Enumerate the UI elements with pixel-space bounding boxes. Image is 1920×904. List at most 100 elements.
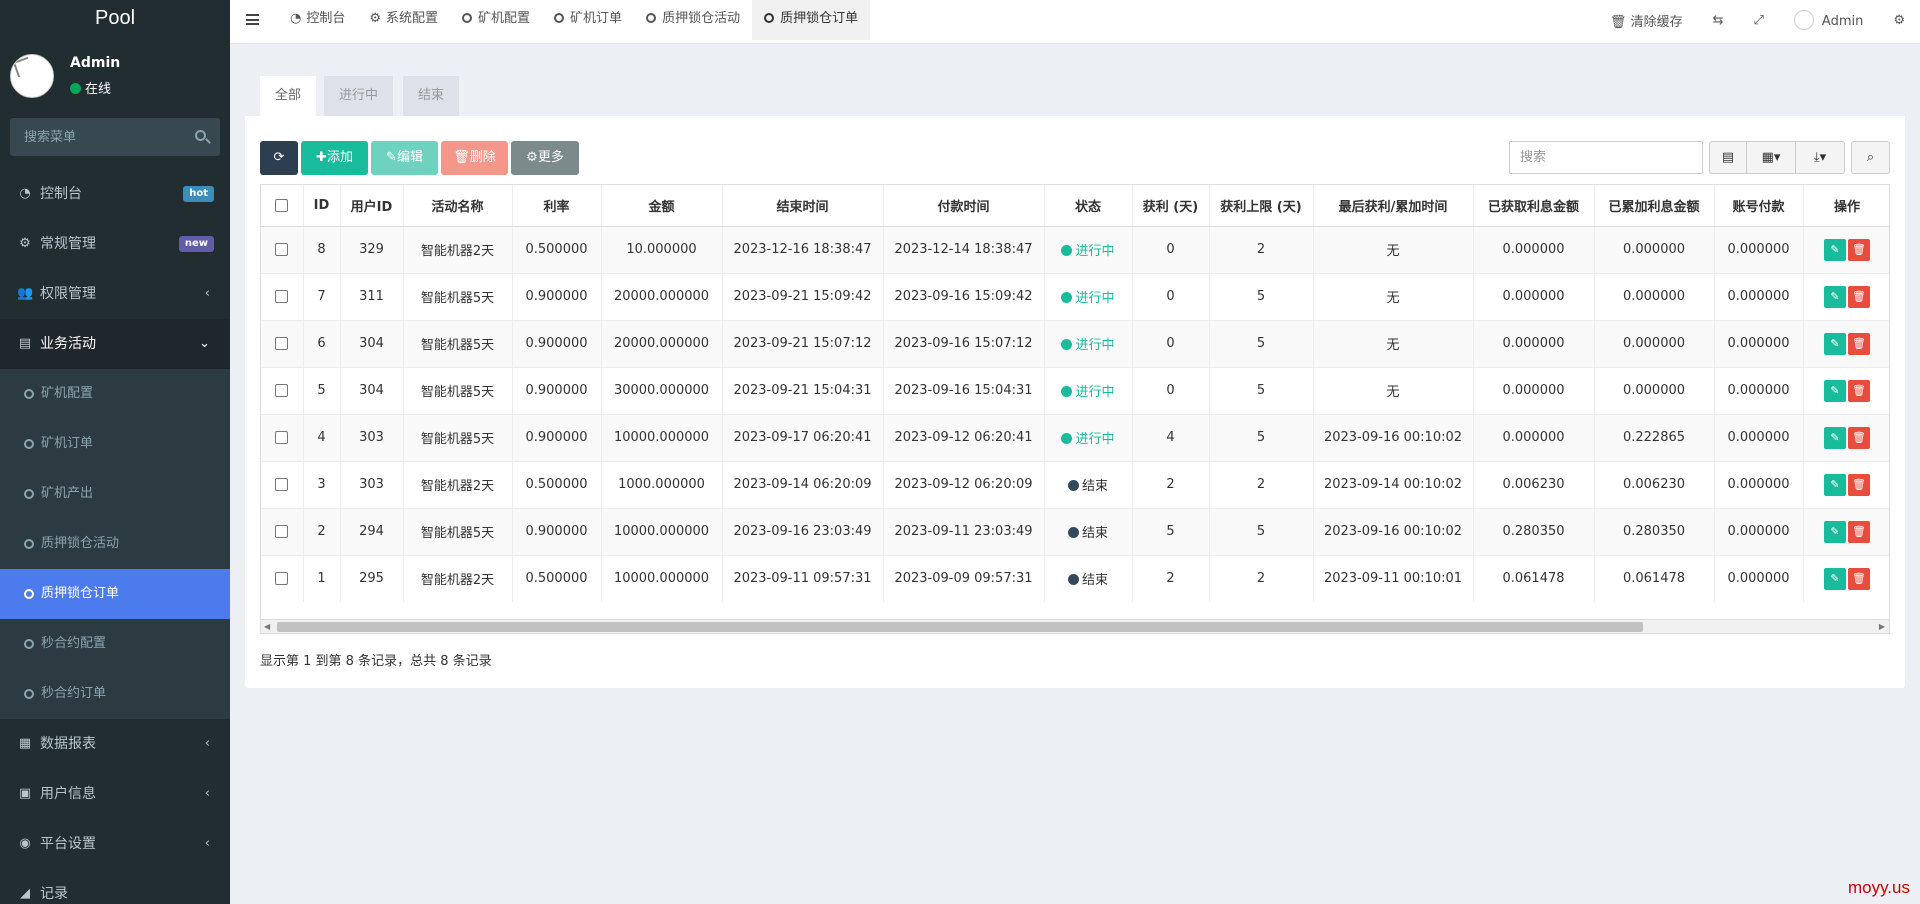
column-header[interactable]: 已获取利息金额 — [1473, 185, 1595, 227]
edit-row-button[interactable]: ✎ — [1824, 426, 1846, 449]
nav-tab[interactable]: 质押锁仓订单 — [752, 0, 871, 40]
nav-tab[interactable]: 矿机配置 — [450, 0, 542, 40]
nav-tab-label: 矿机订单 — [570, 11, 623, 26]
sidebar: Pool Admin 在线 ◔ 控制台 hot ⚙ 常规管理 new 👥 权限管理 ‹ ▤ 业务活动… — [0, 0, 230, 904]
sidebar-subitem[interactable]: 矿机配置 — [0, 369, 230, 419]
sidebar-subitem[interactable]: 质押锁仓活动 — [0, 519, 230, 569]
sidebar-item[interactable]: ◢ 记录 — [0, 869, 230, 904]
refresh-button[interactable]: ⟳ — [260, 141, 298, 175]
add-button[interactable]: ✚添加 — [301, 141, 368, 175]
sidebar-item[interactable]: 👥 权限管理 ‹ — [0, 269, 230, 319]
clear-cache-button[interactable]: 🗑 清除缓存 — [1595, 11, 1698, 30]
edit-row-button[interactable]: ✎ — [1824, 473, 1846, 496]
user-menu[interactable]: Admin — [1779, 10, 1878, 30]
column-header[interactable]: 活动名称 — [403, 185, 513, 227]
scrollbar-thumb[interactable] — [277, 622, 1643, 632]
sidebar-item[interactable]: ◔ 控制台 hot — [0, 169, 230, 219]
table-row[interactable]: 4 303 智能机器5天 0.900000 10000.000000 2023-09-17… — [261, 413, 1889, 461]
menu-search-input[interactable] — [10, 118, 220, 156]
delete-row-button[interactable]: 🗑 — [1848, 520, 1870, 543]
column-header[interactable]: 已累加利息金额 — [1594, 185, 1715, 227]
table-row[interactable]: 5 304 智能机器5天 0.900000 30000.000000 2023-09-21… — [261, 366, 1889, 414]
row-checkbox[interactable] — [275, 431, 289, 444]
column-header[interactable]: 用户ID — [340, 185, 404, 227]
edit-row-button[interactable]: ✎ — [1824, 238, 1846, 261]
delete-row-button[interactable]: 🗑 — [1848, 285, 1870, 308]
tab-running[interactable]: 进行中 — [324, 76, 394, 116]
toggle-view-button[interactable]: ▤ — [1709, 141, 1747, 174]
column-header[interactable]: ID — [303, 185, 341, 227]
advanced-search-button[interactable]: ⌕ — [1851, 141, 1890, 174]
delete-row-button[interactable]: 🗑 — [1848, 379, 1870, 402]
select-all-checkbox[interactable] — [275, 198, 289, 212]
delete-row-button[interactable]: 🗑 — [1848, 238, 1870, 261]
sidebar-item[interactable]: ▣ 用户信息 ‹ — [0, 769, 230, 819]
sidebar-toggle-icon[interactable] — [246, 14, 259, 25]
column-header[interactable]: 获利 (天) — [1132, 185, 1210, 227]
more-button[interactable]: ⚙更多 — [511, 141, 579, 175]
table-row[interactable]: 2 294 智能机器5天 0.900000 10000.000000 2023-09-16… — [261, 507, 1889, 555]
edit-row-button[interactable]: ✎ — [1824, 567, 1846, 590]
column-header[interactable]: 结束时间 — [722, 185, 884, 227]
nav-tab[interactable]: 矿机订单 — [542, 0, 634, 40]
edit-row-button[interactable]: ✎ — [1824, 379, 1846, 402]
sidebar-item[interactable]: ▤ 业务活动 ⌄ — [0, 319, 230, 369]
column-header[interactable]: 付款时间 — [883, 185, 1045, 227]
row-checkbox[interactable] — [275, 337, 289, 350]
table-row[interactable]: 1 295 智能机器2天 0.500000 10000.000000 2023-09-11… — [261, 554, 1889, 602]
settings-button[interactable]: ⚙ — [1878, 13, 1920, 28]
fullscreen-button[interactable]: ⤢ — [1739, 13, 1779, 28]
export-button[interactable]: ⤓▾ — [1795, 141, 1845, 174]
row-checkbox[interactable] — [275, 290, 289, 303]
sidebar-item[interactable]: ⚙ 常规管理 new — [0, 219, 230, 269]
edit-row-button[interactable]: ✎ — [1824, 332, 1846, 355]
logo[interactable]: Pool — [0, 0, 230, 38]
columns-button[interactable]: ▦▾ — [1746, 141, 1796, 174]
table-row[interactable]: 7 311 智能机器5天 0.900000 20000.000000 2023-09-21… — [261, 272, 1889, 320]
sidebar-subitem[interactable]: 秒合约订单 — [0, 669, 230, 719]
sidebar-subitem[interactable]: 秒合约配置 — [0, 619, 230, 669]
row-checkbox[interactable] — [275, 572, 289, 586]
tab-all[interactable]: 全部 — [260, 76, 317, 116]
nav-tab[interactable]: ⚙ 系统配置 — [357, 0, 450, 40]
sidebar-subitem[interactable]: 矿机订单 — [0, 419, 230, 469]
table-row[interactable]: 6 304 智能机器5天 0.900000 20000.000000 2023-09-21… — [261, 319, 1889, 367]
cell-days: 4 — [1132, 413, 1210, 461]
column-header[interactable]: 操作 — [1803, 185, 1889, 227]
cell-limit: 5 — [1209, 366, 1314, 414]
language-button[interactable]: ⇆ — [1698, 13, 1739, 28]
column-header[interactable]: 获利上限 (天) — [1209, 185, 1314, 227]
column-header[interactable]: 金额 — [601, 185, 723, 227]
scroll-left-icon[interactable]: ◀ — [264, 620, 270, 633]
delete-row-button[interactable]: 🗑 — [1848, 426, 1870, 449]
nav-tab[interactable]: ◔ 控制台 — [278, 0, 357, 40]
sidebar-subitem[interactable]: 质押锁仓订单 — [0, 569, 230, 619]
sidebar-subitem[interactable]: 矿机产出 — [0, 469, 230, 519]
table-search-input[interactable] — [1510, 142, 1702, 173]
row-checkbox[interactable] — [275, 243, 289, 256]
table-row[interactable]: 3 303 智能机器2天 0.500000 1000.000000 2023-09-14 … — [261, 460, 1889, 508]
delete-row-button[interactable]: 🗑 — [1848, 473, 1870, 496]
column-header[interactable]: 最后获利/累加时间 — [1313, 185, 1474, 227]
nav-tab[interactable]: 质押锁仓活动 — [634, 0, 752, 40]
table-row[interactable]: 8 329 智能机器2天 0.500000 10.000000 2023-12-16 18… — [261, 225, 1889, 273]
edit-button[interactable]: ✎编辑 — [371, 141, 438, 175]
edit-row-button[interactable]: ✎ — [1824, 285, 1846, 308]
tab-ended[interactable]: 结束 — [403, 76, 460, 116]
scroll-right-icon[interactable]: ▶ — [1879, 620, 1885, 633]
delete-row-button[interactable]: 🗑 — [1848, 567, 1870, 590]
column-header[interactable]: 利率 — [512, 185, 602, 227]
row-checkbox[interactable] — [275, 384, 289, 397]
row-checkbox[interactable] — [275, 478, 289, 491]
edit-row-button[interactable]: ✎ — [1824, 520, 1846, 543]
delete-button[interactable]: 🗑删除 — [441, 141, 508, 175]
sidebar-item[interactable]: ▦ 数据报表 ‹ — [0, 719, 230, 769]
column-header[interactable]: 账号付款 — [1714, 185, 1804, 227]
status-text: 结束 — [1081, 526, 1108, 541]
search-icon[interactable] — [195, 130, 206, 141]
row-checkbox[interactable] — [275, 525, 289, 538]
delete-row-button[interactable]: 🗑 — [1848, 332, 1870, 355]
horizontal-scrollbar[interactable]: ◀ ▶ — [260, 620, 1890, 634]
column-header[interactable]: 状态 — [1044, 185, 1133, 227]
sidebar-item[interactable]: ◉ 平台设置 ‹ — [0, 819, 230, 869]
